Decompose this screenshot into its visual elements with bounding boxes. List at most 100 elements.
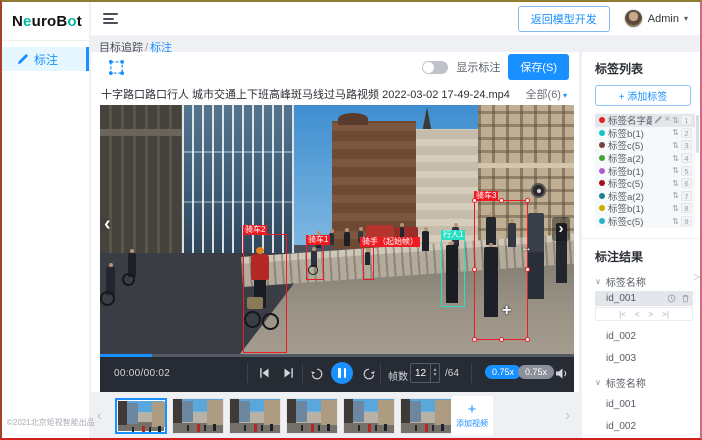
- result-item[interactable]: id_001: [595, 397, 693, 412]
- result-item[interactable]: id_003: [595, 351, 693, 366]
- resize-handle[interactable]: [525, 198, 530, 203]
- result-group-header[interactable]: ∨标签名称: [595, 274, 693, 289]
- bounding-box[interactable]: 骑手（起始帧）: [363, 246, 374, 280]
- back-to-model-button[interactable]: 返回模型开发: [518, 6, 610, 32]
- collapse-menu-icon[interactable]: [103, 13, 118, 24]
- label-shortcut-number: 7: [681, 191, 692, 201]
- sidebar-item-annotate[interactable]: 标注: [2, 47, 89, 71]
- speed-pill-active[interactable]: 0.75x: [485, 365, 521, 379]
- page-next-icon[interactable]: >: [649, 310, 654, 319]
- filmstrip-thumbnail[interactable]: [115, 398, 167, 434]
- rewind-icon[interactable]: [310, 367, 324, 381]
- seek-bar[interactable]: [100, 354, 574, 357]
- bounding-box[interactable]: 行人1: [441, 239, 465, 307]
- label-list-item[interactable]: 标签b(1)⇅2: [595, 127, 695, 140]
- resize-handle[interactable]: [525, 267, 530, 272]
- label-list-item[interactable]: 标签b(1)⇅8: [595, 202, 695, 215]
- filmstrip-thumbnail[interactable]: [400, 398, 452, 434]
- bbox-tool-icon[interactable]: [108, 59, 125, 76]
- page-prev-icon[interactable]: <: [635, 310, 640, 319]
- photo-building: [182, 201, 294, 203]
- resize-handle[interactable]: [472, 267, 477, 272]
- page-last-icon[interactable]: >|: [662, 310, 669, 319]
- video-player[interactable]: 骑车2 骑车1 骑手（起始帧） 行人1 骑车3: [100, 105, 574, 354]
- label-list-item[interactable]: 标签名字最长数... × ⇅ 1: [595, 114, 695, 127]
- topbar: 返回模型开发 Admin ▾: [91, 2, 700, 36]
- sort-icon[interactable]: ⇅: [672, 128, 679, 137]
- history-icon[interactable]: [667, 294, 676, 303]
- result-item-selected[interactable]: id_001: [595, 291, 693, 306]
- sort-icon[interactable]: ⇅: [672, 179, 679, 188]
- strip-next-icon[interactable]: ›: [565, 407, 570, 424]
- resize-cursor-icon: ↔: [521, 242, 532, 254]
- next-video-arrow[interactable]: ›: [552, 217, 570, 241]
- label-shortcut-number: 1: [681, 115, 692, 125]
- sort-icon[interactable]: ⇅: [672, 191, 679, 200]
- right-panel: 标签列表 + 添加标签 标签名字最长数... × ⇅ 1 标签b(1)⇅2 标签…: [582, 52, 701, 438]
- result-panel-title: 标注结果: [595, 248, 693, 265]
- delete-icon[interactable]: ×: [664, 116, 670, 124]
- filmstrip-thumbnail[interactable]: [229, 398, 281, 434]
- resize-handle[interactable]: [472, 337, 477, 342]
- add-label-button[interactable]: + 添加标签: [595, 85, 691, 106]
- label-list-item[interactable]: 标签c(5)⇅9: [595, 215, 695, 228]
- label-shortcut-number: 3: [681, 140, 692, 150]
- resize-handle[interactable]: [499, 198, 504, 203]
- result-group-header[interactable]: ∨标签名称: [595, 375, 693, 390]
- speed-pill-secondary[interactable]: 0.75x: [518, 365, 554, 379]
- label-list-item[interactable]: 标签c(5)⇅3: [595, 139, 695, 152]
- panel-chevron-icon[interactable]: >: [693, 270, 700, 284]
- main-panel: 显示标注 保存(S) 十字路口路口行人 城市交通上下班高峰斑马线过马路视频 20…: [91, 52, 579, 392]
- filmstrip-thumbnail[interactable]: [172, 398, 224, 434]
- next-frame-icon[interactable]: [283, 367, 295, 379]
- label-list-item[interactable]: 标签a(2)⇅4: [595, 152, 695, 165]
- show-annotation-toggle[interactable]: [422, 61, 448, 74]
- sort-icon[interactable]: ⇅: [672, 141, 679, 150]
- resize-handle[interactable]: [525, 337, 530, 342]
- resize-handle[interactable]: [472, 198, 477, 203]
- label-color-dot: [599, 155, 605, 161]
- forward-icon[interactable]: [362, 367, 376, 381]
- user-menu[interactable]: Admin ▾: [624, 9, 688, 28]
- sort-icon[interactable]: ⇅: [672, 154, 679, 163]
- box-label: 骑车3: [474, 191, 498, 201]
- frame-total: /64: [445, 368, 459, 379]
- label-list-item[interactable]: 标签c(5)⇅6: [595, 177, 695, 190]
- sort-icon[interactable]: ⇅: [672, 204, 679, 213]
- step-down-icon[interactable]: ▾: [433, 373, 436, 378]
- bounding-box[interactable]: 骑车1: [306, 244, 324, 280]
- frame-input[interactable]: [411, 364, 430, 382]
- label-shortcut-number: 6: [681, 178, 692, 188]
- prev-video-arrow[interactable]: ‹: [104, 213, 111, 236]
- frame-stepper[interactable]: ▴▾: [430, 364, 439, 382]
- strip-prev-icon[interactable]: ‹: [97, 407, 102, 424]
- bounding-box[interactable]: 骑车2: [243, 234, 287, 353]
- result-item[interactable]: id_002: [595, 329, 693, 344]
- sort-icon[interactable]: ⇅: [672, 116, 679, 125]
- volume-icon[interactable]: [556, 368, 569, 379]
- pedestrian-figure: [400, 227, 404, 237]
- pause-button[interactable]: [331, 362, 353, 384]
- breadcrumb-parent[interactable]: 目标追踪: [99, 42, 143, 54]
- sort-icon[interactable]: ⇅: [672, 217, 679, 226]
- result-item[interactable]: id_002: [595, 419, 693, 434]
- filmstrip-thumbnail[interactable]: [286, 398, 338, 434]
- pedestrian-figure: [344, 232, 350, 246]
- save-button[interactable]: 保存(S): [508, 54, 569, 80]
- label-list-item[interactable]: 标签a(2)⇅7: [595, 190, 695, 203]
- page-first-icon[interactable]: |<: [619, 310, 626, 319]
- resize-handle[interactable]: [499, 337, 504, 342]
- label-shortcut-number: 8: [681, 203, 692, 213]
- add-video-button[interactable]: + 添加视频: [451, 396, 493, 436]
- bounding-box-selected[interactable]: 骑车3: [474, 200, 528, 340]
- video-controls: 00:00/00:02 帧数 ▴▾ /64 0.75x 0.75x: [100, 354, 574, 392]
- label-list-item[interactable]: 标签b(1)⇅5: [595, 164, 695, 177]
- filmstrip-thumbnail[interactable]: [343, 398, 395, 434]
- edit-icon[interactable]: [654, 116, 662, 124]
- sort-icon[interactable]: ⇅: [672, 166, 679, 175]
- scrollbar[interactable]: [696, 115, 699, 153]
- trash-icon[interactable]: [681, 294, 690, 303]
- box-label: 骑车2: [243, 225, 267, 235]
- prev-frame-icon[interactable]: [258, 367, 270, 379]
- filter-dropdown[interactable]: 全部(6)▾: [526, 86, 567, 102]
